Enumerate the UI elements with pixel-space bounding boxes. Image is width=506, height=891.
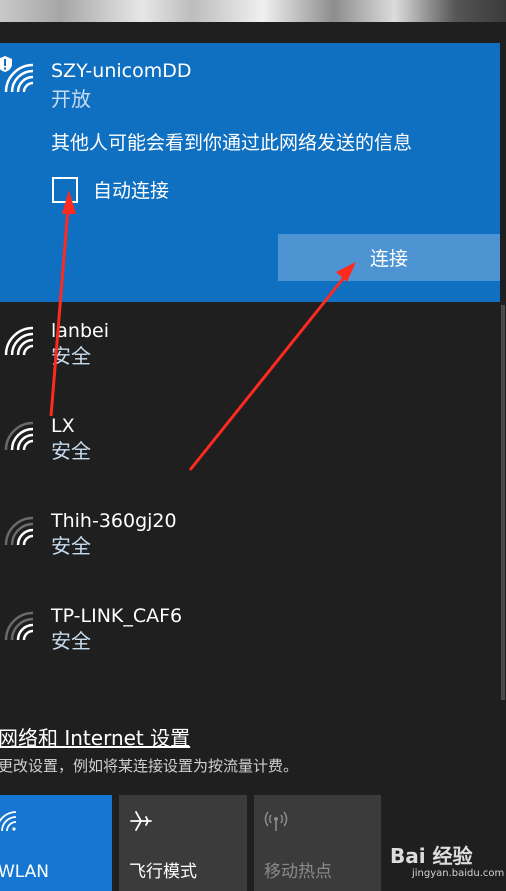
selected-network-name: SZY-unicomDD	[51, 60, 192, 82]
selected-network-status: 开放	[51, 87, 91, 111]
open-network-warning-icon	[0, 55, 13, 73]
connect-button[interactable]: 连接	[278, 234, 500, 281]
network-name: LX	[51, 415, 75, 437]
network-list-item[interactable]: TP-LINK_CAF6 安全	[0, 587, 500, 682]
network-security-status: 安全	[51, 534, 91, 558]
network-list-item[interactable]: Thih-360gj20 安全	[0, 492, 500, 587]
airplane-icon	[129, 809, 153, 833]
wlan-toggle-tile[interactable]: WLAN	[0, 795, 112, 891]
wifi-signal-icon	[4, 326, 38, 356]
airplane-tile-label: 飞行模式	[129, 862, 197, 882]
network-name: Thih-360gj20	[51, 510, 177, 532]
network-list-item[interactable]: lanbei 安全	[0, 302, 500, 397]
network-internet-settings-link[interactable]: 网络和 Internet 设置	[0, 725, 190, 751]
baidu-jingyan-watermark: Bai 经验 jingyan.baidu.com	[390, 838, 504, 888]
watermark-sub: jingyan.baidu.com	[412, 868, 505, 879]
panel-top-gap	[0, 22, 506, 43]
selected-network-panel[interactable]: SZY-unicomDD 开放 其他人可能会看到你通过此网络发送的信息 自动连接…	[0, 43, 500, 302]
wifi-signal-icon	[4, 611, 38, 641]
wifi-signal-icon	[4, 421, 38, 451]
open-network-warning-text: 其他人可能会看到你通过此网络发送的信息	[51, 132, 413, 154]
scrollbar-thumb[interactable]	[501, 305, 505, 700]
wlan-tile-label: WLAN	[0, 862, 50, 882]
network-security-status: 安全	[51, 344, 91, 368]
wifi-icon	[0, 809, 18, 833]
network-name: TP-LINK_CAF6	[51, 605, 183, 627]
watermark-main: Bai 经验	[390, 844, 473, 868]
airplane-mode-tile[interactable]: 飞行模式	[119, 795, 247, 891]
desktop-background-strip	[0, 0, 506, 22]
auto-connect-checkbox[interactable]	[52, 177, 78, 203]
hotspot-icon	[264, 809, 288, 833]
wifi-signal-icon	[4, 516, 38, 546]
settings-description: 更改设置，例如将某连接设置为按流量计费。	[0, 757, 299, 775]
network-name: lanbei	[51, 320, 109, 342]
network-security-status: 安全	[51, 629, 91, 653]
network-security-status: 安全	[51, 439, 91, 463]
network-list-item[interactable]: LX 安全	[0, 397, 500, 492]
hotspot-tile-label: 移动热点	[264, 862, 332, 882]
auto-connect-label[interactable]: 自动连接	[93, 179, 169, 203]
mobile-hotspot-tile[interactable]: 移动热点	[254, 795, 381, 891]
